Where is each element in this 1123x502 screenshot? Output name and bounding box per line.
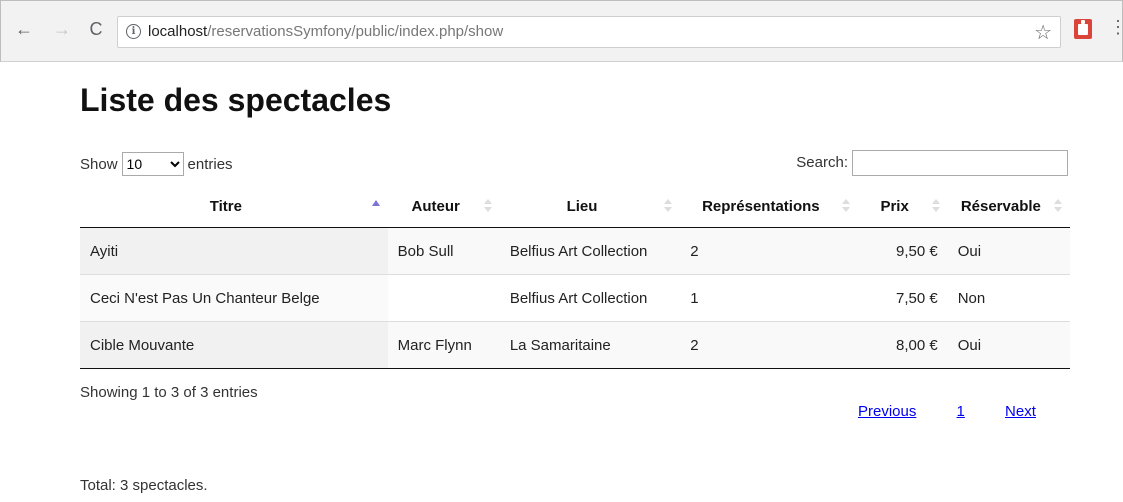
header-row: Titre Auteur Lieu Représentations Prix R… (80, 185, 1070, 228)
col-header-label: Auteur (411, 197, 460, 215)
cell-prix: 9,50 € (857, 227, 948, 275)
page-title: Liste des spectacles (80, 82, 392, 118)
col-header-label: Prix (880, 197, 909, 215)
search-label: Search: (796, 153, 848, 171)
spectacles-table: Titre Auteur Lieu Représentations Prix R… (80, 185, 1070, 369)
cell-representations: 1 (680, 274, 858, 322)
bookmark-star-icon[interactable]: ☆ (1034, 20, 1052, 45)
cell-prix: 7,50 € (857, 274, 948, 322)
url-text: localhost/reservationsSymfony/public/ind… (148, 23, 503, 40)
col-header-representations[interactable]: Représentations (680, 185, 858, 228)
url-host: localhost (148, 23, 208, 40)
extension-clipboard-icon[interactable] (1074, 19, 1092, 39)
previous-link[interactable]: Previous (858, 403, 916, 420)
cell-lieu: La Samaritaine (499, 321, 681, 369)
cell-titre: Ceci N'est Pas Un Chanteur Belge (80, 274, 388, 322)
sort-icon (664, 199, 673, 213)
search-input[interactable] (852, 150, 1068, 176)
forward-icon[interactable]: → (51, 19, 73, 39)
cell-prix: 8,00 € (857, 321, 948, 369)
sort-icon (483, 199, 492, 213)
info-icon[interactable]: i (126, 24, 141, 39)
col-header-lieu[interactable]: Lieu (499, 185, 681, 228)
col-header-reservable[interactable]: Réservable (947, 185, 1070, 228)
cell-representations: 2 (680, 227, 858, 275)
pagination: Previous 1 Next (858, 403, 1036, 420)
reload-icon[interactable]: C (85, 19, 107, 39)
col-header-label: Lieu (566, 197, 598, 215)
col-header-prix[interactable]: Prix (857, 185, 948, 228)
cell-representations: 2 (680, 321, 858, 369)
cell-auteur (387, 274, 500, 322)
length-prefix: Show (80, 156, 118, 173)
cell-reservable: Oui (947, 227, 1070, 275)
col-header-label: Représentations (702, 197, 820, 215)
browser-menu-icon[interactable]: ⋮ (1109, 17, 1123, 38)
total-count: Total: 3 spectacles. (80, 477, 208, 494)
col-header-label: Réservable (960, 197, 1041, 215)
browser-toolbar: ← → C i localhost/reservationsSymfony/pu… (0, 0, 1123, 62)
url-path: /reservationsSymfony/public/index.php/sh… (207, 23, 504, 40)
cell-lieu: Belfius Art Collection (499, 227, 681, 275)
table-row: Ceci N'est Pas Un Chanteur Belge Belfius… (80, 274, 1070, 322)
address-bar[interactable]: i localhost/reservationsSymfony/public/i… (117, 16, 1061, 48)
search-control: Search: (796, 150, 1068, 176)
col-header-titre[interactable]: Titre (80, 185, 388, 228)
sort-icon (931, 199, 940, 213)
col-header-label: Titre (209, 197, 242, 215)
length-suffix: entries (187, 156, 233, 173)
back-icon[interactable]: ← (13, 19, 35, 39)
next-link[interactable]: Next (1005, 403, 1036, 420)
table-info: Showing 1 to 3 of 3 entries (80, 384, 258, 401)
cell-auteur: Marc Flynn (387, 321, 500, 369)
sort-icon (841, 199, 850, 213)
length-control: Show 10 entries (80, 152, 233, 176)
col-header-auteur[interactable]: Auteur (387, 185, 500, 228)
sort-ascending-icon (371, 199, 380, 213)
cell-titre: Cible Mouvante (80, 321, 388, 369)
sort-icon (1054, 199, 1062, 213)
cell-reservable: Non (947, 274, 1070, 322)
cell-titre: Ayiti (80, 227, 388, 275)
entries-select[interactable]: 10 (121, 152, 184, 176)
table-row: Cible Mouvante Marc Flynn La Samaritaine… (80, 321, 1070, 369)
cell-reservable: Oui (947, 321, 1070, 369)
cell-auteur: Bob Sull (387, 227, 500, 275)
cell-lieu: Belfius Art Collection (499, 274, 681, 322)
page-1-link[interactable]: 1 (957, 403, 965, 420)
table-row: Ayiti Bob Sull Belfius Art Collection 2 … (80, 227, 1070, 275)
